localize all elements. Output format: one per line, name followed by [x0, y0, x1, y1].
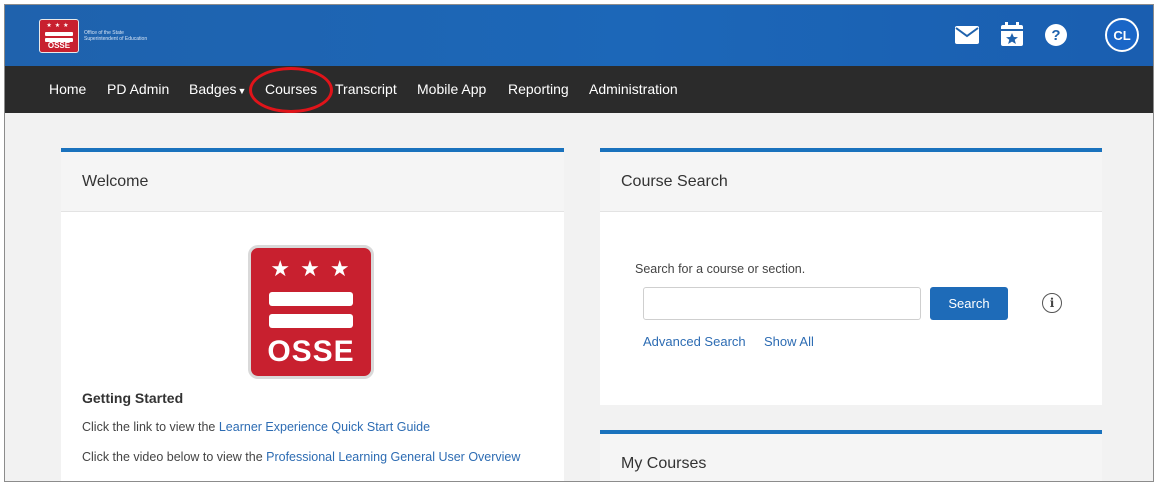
nav-reporting[interactable]: Reporting — [508, 81, 569, 97]
user-overview-link[interactable]: Professional Learning General User Overv… — [266, 450, 520, 464]
mail-icon[interactable] — [955, 26, 979, 44]
course-search-title: Course Search — [600, 152, 1102, 212]
quick-start-text: Click the link to view the — [82, 420, 219, 434]
my-courses-panel: My Courses — [600, 430, 1102, 481]
getting-started-heading: Getting Started — [82, 390, 184, 406]
top-header: ★★★ OSSE Office of the State Superintend… — [5, 5, 1153, 66]
nav-transcript[interactable]: Transcript — [335, 81, 397, 97]
my-courses-title: My Courses — [600, 434, 1102, 481]
courses-highlight-circle — [249, 67, 333, 113]
osse-logo: ★★★ OSSE — [39, 19, 79, 53]
user-overview-text: Click the video below to view the — [82, 450, 267, 464]
search-input[interactable] — [643, 287, 921, 320]
app-window: ★★★ OSSE Office of the State Superintend… — [4, 4, 1154, 482]
osse-logo-link[interactable]: ★★★ OSSE Office of the State Superintend… — [39, 19, 154, 53]
calendar-star-icon[interactable] — [1001, 22, 1023, 46]
nav-badges-label: Badges — [189, 81, 237, 97]
welcome-title: Welcome — [61, 152, 564, 212]
main-nav: Home PD Admin Badges▼ Courses Transcript… — [5, 66, 1153, 113]
nav-mobile-app[interactable]: Mobile App — [417, 81, 486, 97]
nav-home[interactable]: Home — [49, 81, 86, 97]
welcome-panel: Welcome ★★★ OSSE Getting Started Click t… — [61, 148, 564, 481]
info-icon[interactable]: i — [1042, 293, 1062, 313]
chevron-down-icon: ▼ — [237, 86, 247, 96]
large-logo-text: OSSE — [267, 335, 355, 368]
user-overview-line: Click the video below to view the Profes… — [82, 448, 542, 466]
advanced-search-link[interactable]: Advanced Search — [643, 334, 746, 349]
logo-org-name: Office of the State Superintendent of Ed… — [84, 30, 148, 42]
search-button[interactable]: Search — [930, 287, 1008, 320]
logo-text: OSSE — [47, 41, 71, 50]
user-avatar[interactable]: CL — [1105, 18, 1139, 52]
osse-large-logo: ★★★ OSSE — [248, 245, 374, 379]
quick-start-line: Click the link to view the Learner Exper… — [82, 418, 542, 436]
quick-start-guide-link[interactable]: Learner Experience Quick Start Guide — [219, 420, 430, 434]
show-all-link[interactable]: Show All — [764, 334, 814, 349]
nav-pd-admin[interactable]: PD Admin — [107, 81, 169, 97]
help-icon[interactable]: ? — [1045, 24, 1067, 46]
course-search-panel: Course Search Search for a course or sec… — [600, 148, 1102, 405]
nav-administration[interactable]: Administration — [589, 81, 678, 97]
nav-badges[interactable]: Badges▼ — [189, 81, 246, 97]
search-label: Search for a course or section. — [635, 262, 806, 276]
